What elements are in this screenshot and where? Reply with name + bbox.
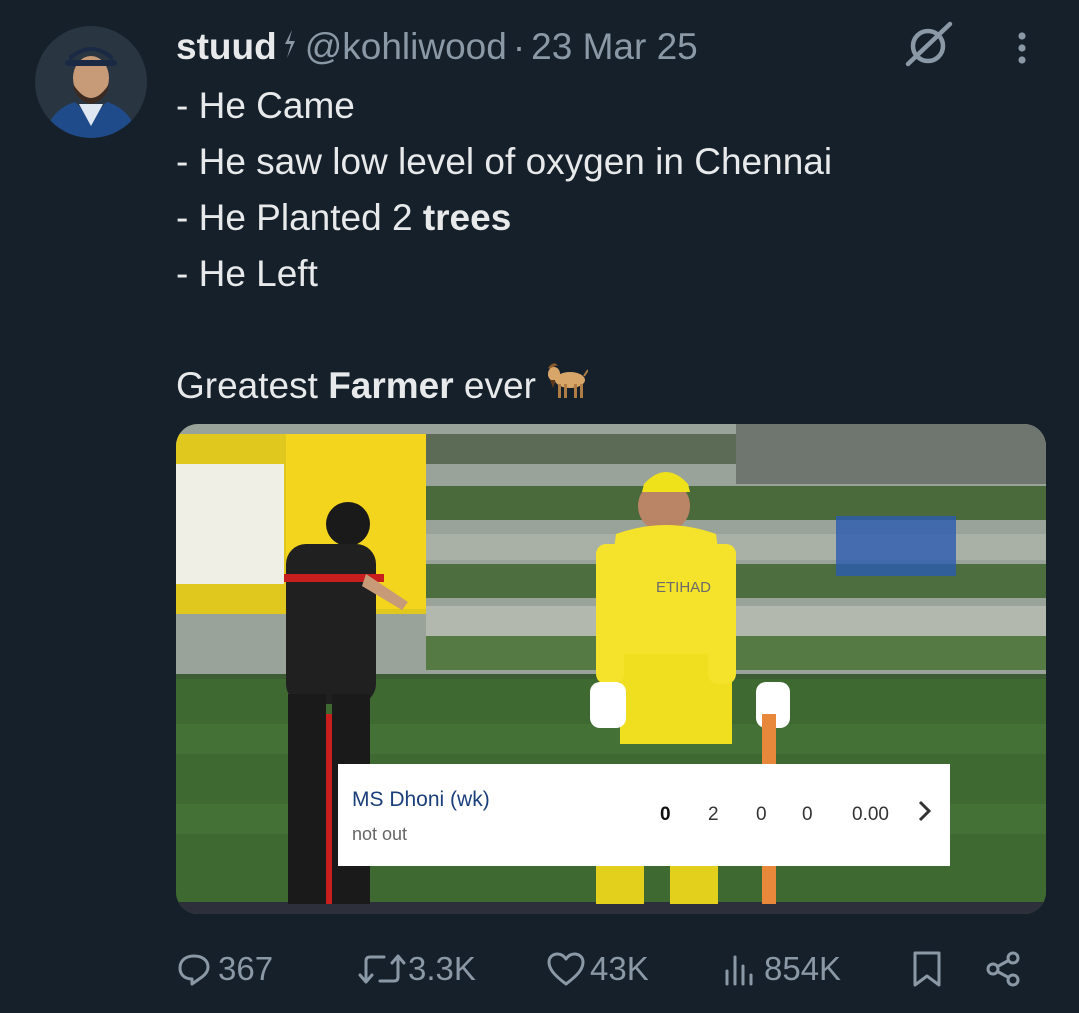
bookmark-icon bbox=[910, 950, 944, 988]
repost-button[interactable]: 3.3K bbox=[358, 944, 476, 994]
tweet-line-2: - He saw low level of oxygen in Chennai bbox=[176, 141, 833, 182]
tweet-line-6-suffix: ever bbox=[453, 365, 536, 406]
author-name[interactable]: stuud bbox=[176, 26, 277, 68]
scorecard-fours: 0 bbox=[756, 804, 767, 825]
tweet-line-6: Greatest Farmer ever bbox=[176, 358, 1056, 414]
share-icon bbox=[984, 949, 1024, 989]
chevron-right-icon bbox=[916, 796, 934, 826]
heart-icon bbox=[546, 951, 586, 987]
repost-count: 3.3K bbox=[408, 950, 476, 987]
tweet-bold-trees: trees bbox=[422, 197, 512, 238]
scorecard-balls: 2 bbox=[708, 804, 719, 825]
reply-button[interactable]: 367 bbox=[176, 944, 273, 994]
author-avatar[interactable] bbox=[35, 26, 147, 138]
views-count: 854K bbox=[764, 950, 842, 987]
tweet-line-3: - He Planted 2 trees bbox=[176, 190, 1056, 246]
tweet-line-3-text: - He Planted 2 bbox=[176, 197, 423, 238]
more-options-icon[interactable] bbox=[1008, 28, 1036, 68]
tweet-action-bar: 367 3.3K 43K 854K bbox=[176, 944, 1036, 994]
tweet-date[interactable]: 23 Mar 25 bbox=[531, 26, 698, 68]
lightning-badge-icon bbox=[283, 29, 297, 66]
tweet-header: stuud @kohliwood · 23 Mar 25 bbox=[176, 24, 698, 70]
scorecard-strike-rate: 0.00 bbox=[852, 804, 889, 825]
like-button[interactable]: 43K bbox=[546, 944, 649, 994]
views-button[interactable]: 854K bbox=[722, 944, 841, 994]
share-button[interactable] bbox=[984, 944, 1024, 994]
tweet-media-image[interactable]: ETIHAD MS Dhoni (wk) not out 0 2 0 0 0.0… bbox=[176, 424, 1046, 914]
scorecard-sixes: 0 bbox=[802, 804, 813, 825]
tweet-bold-farmer: Farmer bbox=[328, 365, 454, 406]
jersey-sponsor-text: ETIHAD bbox=[656, 579, 711, 596]
repost-icon bbox=[358, 951, 406, 987]
tweet-line-6-prefix: Greatest bbox=[176, 365, 329, 406]
scorecard-status: not out bbox=[352, 824, 408, 844]
author-handle[interactable]: @kohliwood bbox=[305, 26, 507, 68]
scorecard-runs: 0 bbox=[660, 804, 671, 825]
grok-icon[interactable] bbox=[902, 18, 956, 72]
scorecard-player-name: MS Dhoni (wk) bbox=[352, 788, 490, 811]
scorecard-overlay: MS Dhoni (wk) not out 0 2 0 0 0.00 bbox=[338, 764, 950, 866]
like-count: 43K bbox=[590, 950, 649, 987]
goat-emoji-icon bbox=[544, 358, 589, 418]
tweet-text: - He Came - He saw low level of oxygen i… bbox=[176, 78, 1056, 414]
bookmark-button[interactable] bbox=[910, 944, 944, 994]
analytics-icon bbox=[722, 951, 758, 987]
reply-count: 367 bbox=[218, 950, 274, 987]
reply-icon bbox=[176, 951, 212, 987]
tweet-line-1: - He Came bbox=[176, 85, 355, 126]
header-separator: · bbox=[512, 26, 526, 67]
tweet-line-4: - He Left bbox=[176, 253, 318, 294]
